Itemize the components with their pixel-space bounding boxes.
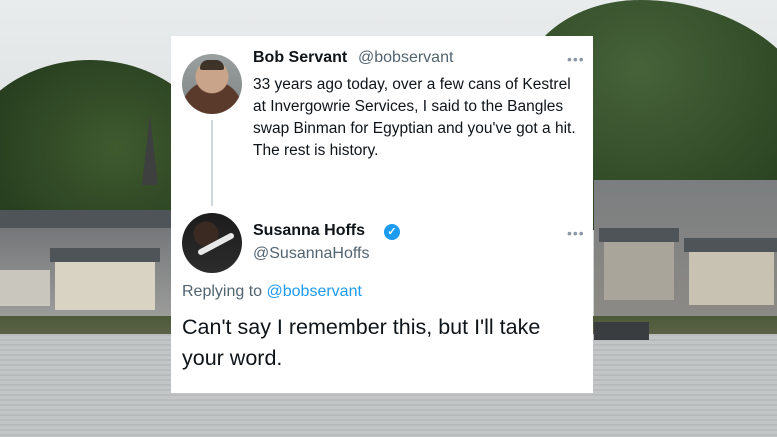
verified-badge-icon: ✓ (384, 224, 400, 240)
reply-author-name[interactable]: Susanna Hoffs (253, 222, 365, 240)
avatar-bob-servant[interactable] (182, 54, 242, 114)
more-options-icon[interactable]: ••• (567, 52, 585, 66)
original-author-name[interactable]: Bob Servant (253, 49, 347, 67)
replying-to-prefix: Replying to (182, 283, 263, 300)
tweet-card: Bob Servant @bobservant ••• 33 years ago… (171, 36, 593, 393)
replying-to-link[interactable]: @bobservant (267, 283, 362, 300)
more-options-icon[interactable]: ••• (567, 226, 585, 240)
reply-author-handle[interactable]: @SusannaHoffs (253, 245, 369, 263)
thread-connector-line (211, 120, 213, 206)
replying-to-line: Replying to @bobservant (182, 283, 362, 301)
original-tweet-text: 33 years ago today, over a few cans of K… (253, 76, 576, 159)
reply-tweet-text: Can't say I remember this, but I'll take… (182, 315, 541, 370)
original-author-handle[interactable]: @bobservant (358, 49, 453, 67)
avatar-susanna-hoffs[interactable] (182, 213, 242, 273)
